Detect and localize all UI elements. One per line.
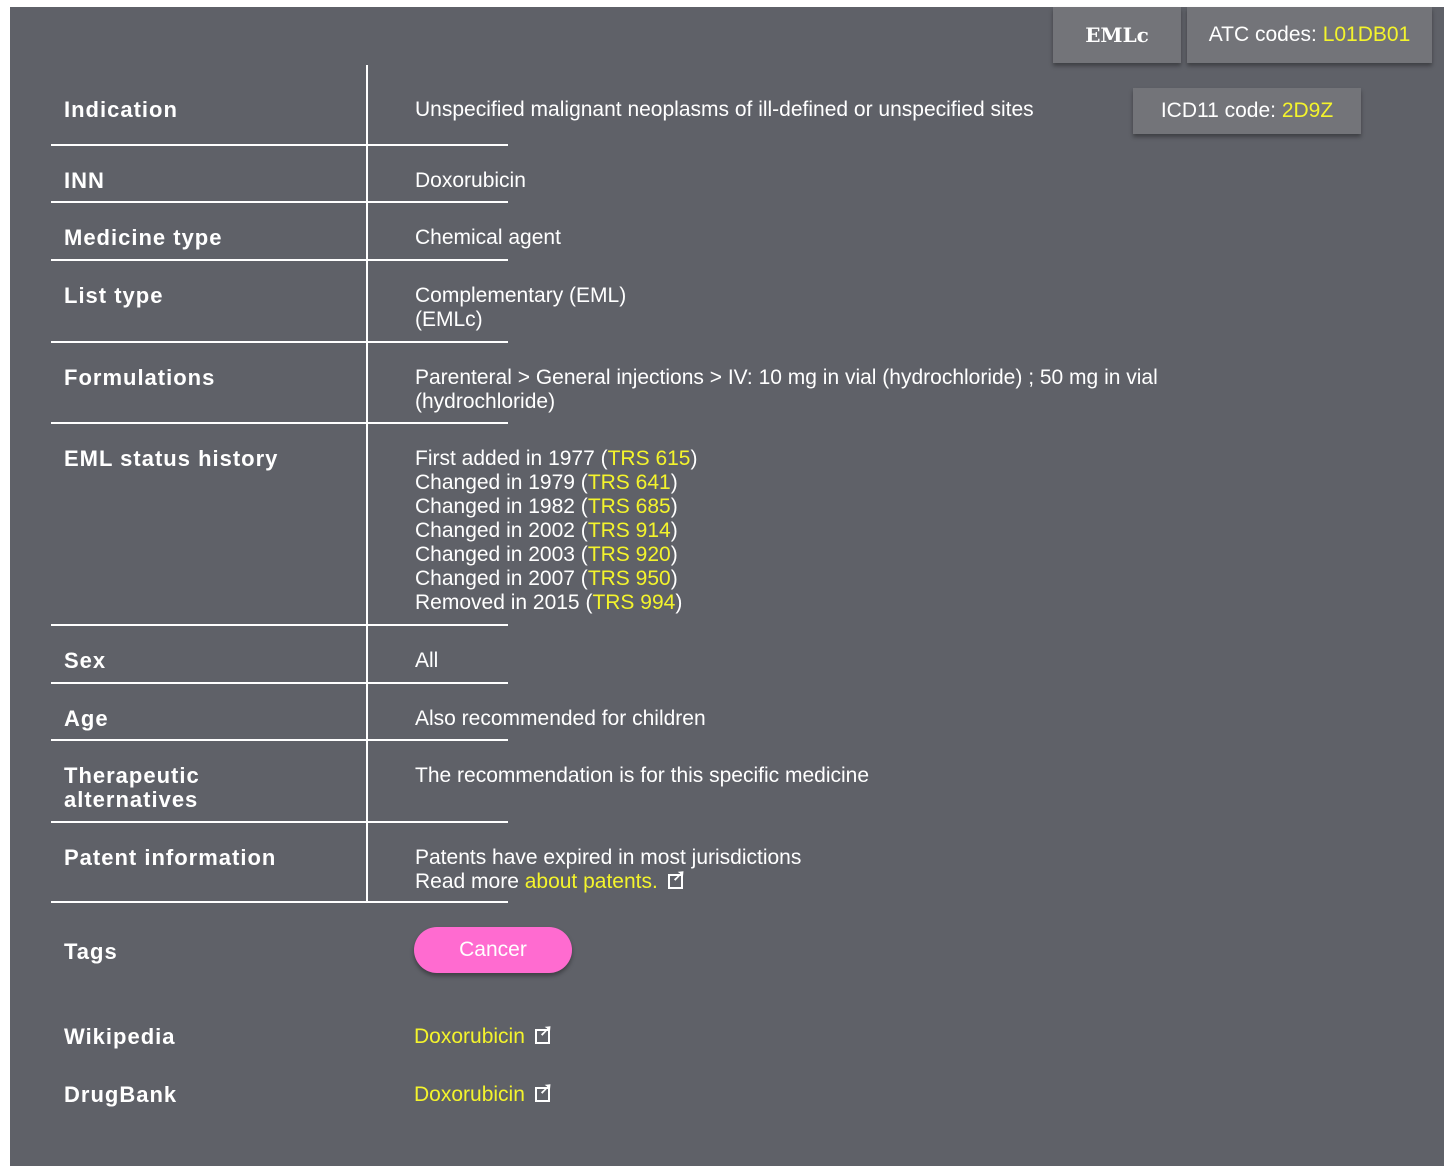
trs-link[interactable]: TRS 920 [588,543,671,566]
inn-value: Doxorubicin [415,169,526,192]
therapeutic-alternatives-label: Therapeutic alternatives [64,764,200,812]
status-text: First added in 1977 ( [415,447,608,470]
age-value: Also recommended for children [415,707,706,730]
list-type-line: Complementary (EML) [415,284,627,307]
row-divider [51,739,508,741]
patent-line: Patents have expired in most jurisdictio… [415,846,802,869]
about-patents-link[interactable]: about patents. [525,870,658,893]
row-divider [51,624,508,626]
list-type-line: (EMLc) [415,308,483,331]
wikipedia-label: Wikipedia [64,1024,176,1049]
patent-information-value: Patents have expired in most jurisdictio… [415,846,801,894]
row-divider [51,682,508,684]
icd11-code-badge: ICD11 code: 2D9Z [1133,88,1361,134]
status-text: Changed in 1979 ( [415,471,588,494]
status-close: ) [675,591,683,614]
row-divider [51,422,508,424]
external-link-icon[interactable] [667,867,686,889]
indication-label: Indication [64,97,178,122]
drugbank-value: Doxorubicin [414,1080,553,1107]
row-divider [51,144,508,146]
atc-codes-tab: ATC codes: L01DB01 [1187,7,1432,63]
status-close: ) [670,543,678,566]
patent-line: Read more about patents. [415,867,801,894]
patent-read-more: Read more [415,870,525,893]
status-text: Changed in 2007 ( [415,567,588,590]
inn-label: INN [64,168,105,193]
external-link-icon[interactable] [534,1022,553,1044]
status-close: ) [670,567,678,590]
patent-information-label: Patent information [64,845,277,870]
sex-value: All [415,649,439,672]
list-item: Changed in 1982 (TRS 685) [415,495,697,519]
trs-link[interactable]: TRS 641 [588,471,671,494]
trs-link[interactable]: TRS 914 [588,519,671,542]
eml-status-list: First added in 1977 (TRS 615) Changed in… [415,447,697,615]
wikipedia-link[interactable]: Doxorubicin [414,1025,525,1048]
formulations-line: (hydrochloride) [415,390,556,413]
label-line: alternatives [64,787,199,812]
status-close: ) [690,447,698,470]
medicine-card: EMLc ATC codes: L01DB01 Indication Unspe… [10,7,1444,1166]
tags-label: Tags [64,939,118,964]
list-type-value: Complementary (EML) (EMLc) [415,284,626,332]
list-item: Changed in 1979 (TRS 641) [415,471,697,495]
row-divider [51,341,508,343]
formulations-label: Formulations [64,365,216,390]
eml-status-label: EML status history [64,446,279,471]
list-type-label: List type [64,283,164,308]
status-close: ) [670,495,678,518]
status-text: Changed in 2003 ( [415,543,588,566]
eml-tab[interactable]: EMLc [1053,7,1181,63]
sex-label: Sex [64,648,107,673]
list-item: Changed in 2003 (TRS 920) [415,543,697,567]
trs-link[interactable]: TRS 950 [588,567,671,590]
list-item: Removed in 2015 (TRS 994) [415,591,697,615]
medicine-type-label: Medicine type [64,225,223,250]
list-item: Changed in 2007 (TRS 950) [415,567,697,591]
status-text: Removed in 2015 ( [415,591,593,614]
trs-link[interactable]: TRS 685 [588,495,671,518]
status-text: Changed in 1982 ( [415,495,588,518]
formulations-line: Parenteral > General injections > IV: 10… [415,366,1158,389]
drugbank-label: DrugBank [64,1082,178,1107]
row-divider [51,259,508,261]
atc-label: ATC codes: [1208,23,1323,46]
trs-link[interactable]: TRS 615 [608,447,691,470]
column-divider [366,65,368,903]
list-item: First added in 1977 (TRS 615) [415,447,697,471]
indication-value: Unspecified malignant neoplasms of ill-d… [415,98,1034,121]
row-divider [51,201,508,203]
medicine-type-value: Chemical agent [415,226,561,249]
status-close: ) [670,519,678,542]
therapeutic-alternatives-value: The recommendation is for this specific … [415,764,870,787]
list-item: Changed in 2002 (TRS 914) [415,519,697,543]
formulations-value: Parenteral > General injections > IV: 10… [415,366,1158,414]
age-label: Age [64,706,109,731]
external-link-icon[interactable] [534,1080,553,1102]
icd11-label: ICD11 code: [1160,99,1282,122]
row-divider [51,901,508,903]
tag-cancer[interactable]: Cancer [414,927,572,973]
label-line: Therapeutic [64,763,200,788]
status-text: Changed in 2002 ( [415,519,588,542]
atc-code-link[interactable]: L01DB01 [1323,23,1411,47]
icd11-code-link[interactable]: 2D9Z [1282,99,1333,123]
row-divider [51,821,508,823]
status-close: ) [670,471,678,494]
wikipedia-value: Doxorubicin [414,1022,553,1049]
drugbank-link[interactable]: Doxorubicin [414,1083,525,1106]
trs-link[interactable]: TRS 994 [592,591,675,614]
eml-tab-label: EMLc [1085,23,1149,47]
